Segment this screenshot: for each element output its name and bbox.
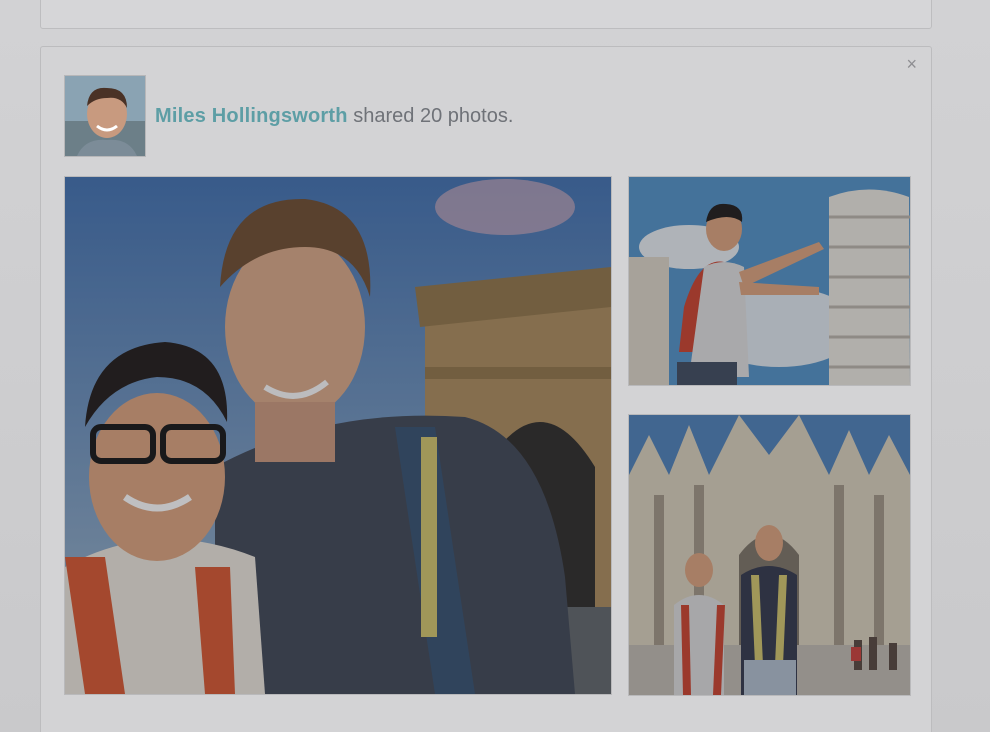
post-header: Miles Hollingsworth shared 20 photos. — [155, 105, 513, 128]
photo-milan[interactable] — [628, 414, 911, 696]
page: × Miles Hollingsworth shared 20 photos. — [0, 0, 990, 732]
previous-feed-card — [40, 0, 932, 29]
photo-leaning-tower — [629, 177, 910, 385]
user-avatar-icon — [65, 76, 145, 156]
author-link[interactable]: Miles Hollingsworth — [155, 105, 348, 127]
close-icon[interactable]: × — [906, 55, 917, 73]
photo-selfie-arc — [65, 177, 611, 694]
photo-cathedral — [629, 415, 910, 695]
feed-card: × Miles Hollingsworth shared 20 photos. — [40, 46, 932, 732]
action-text: shared 20 photos. — [353, 105, 514, 127]
photo-pisa[interactable] — [628, 176, 911, 386]
photo-main[interactable] — [64, 176, 612, 695]
author-avatar[interactable] — [64, 75, 146, 157]
